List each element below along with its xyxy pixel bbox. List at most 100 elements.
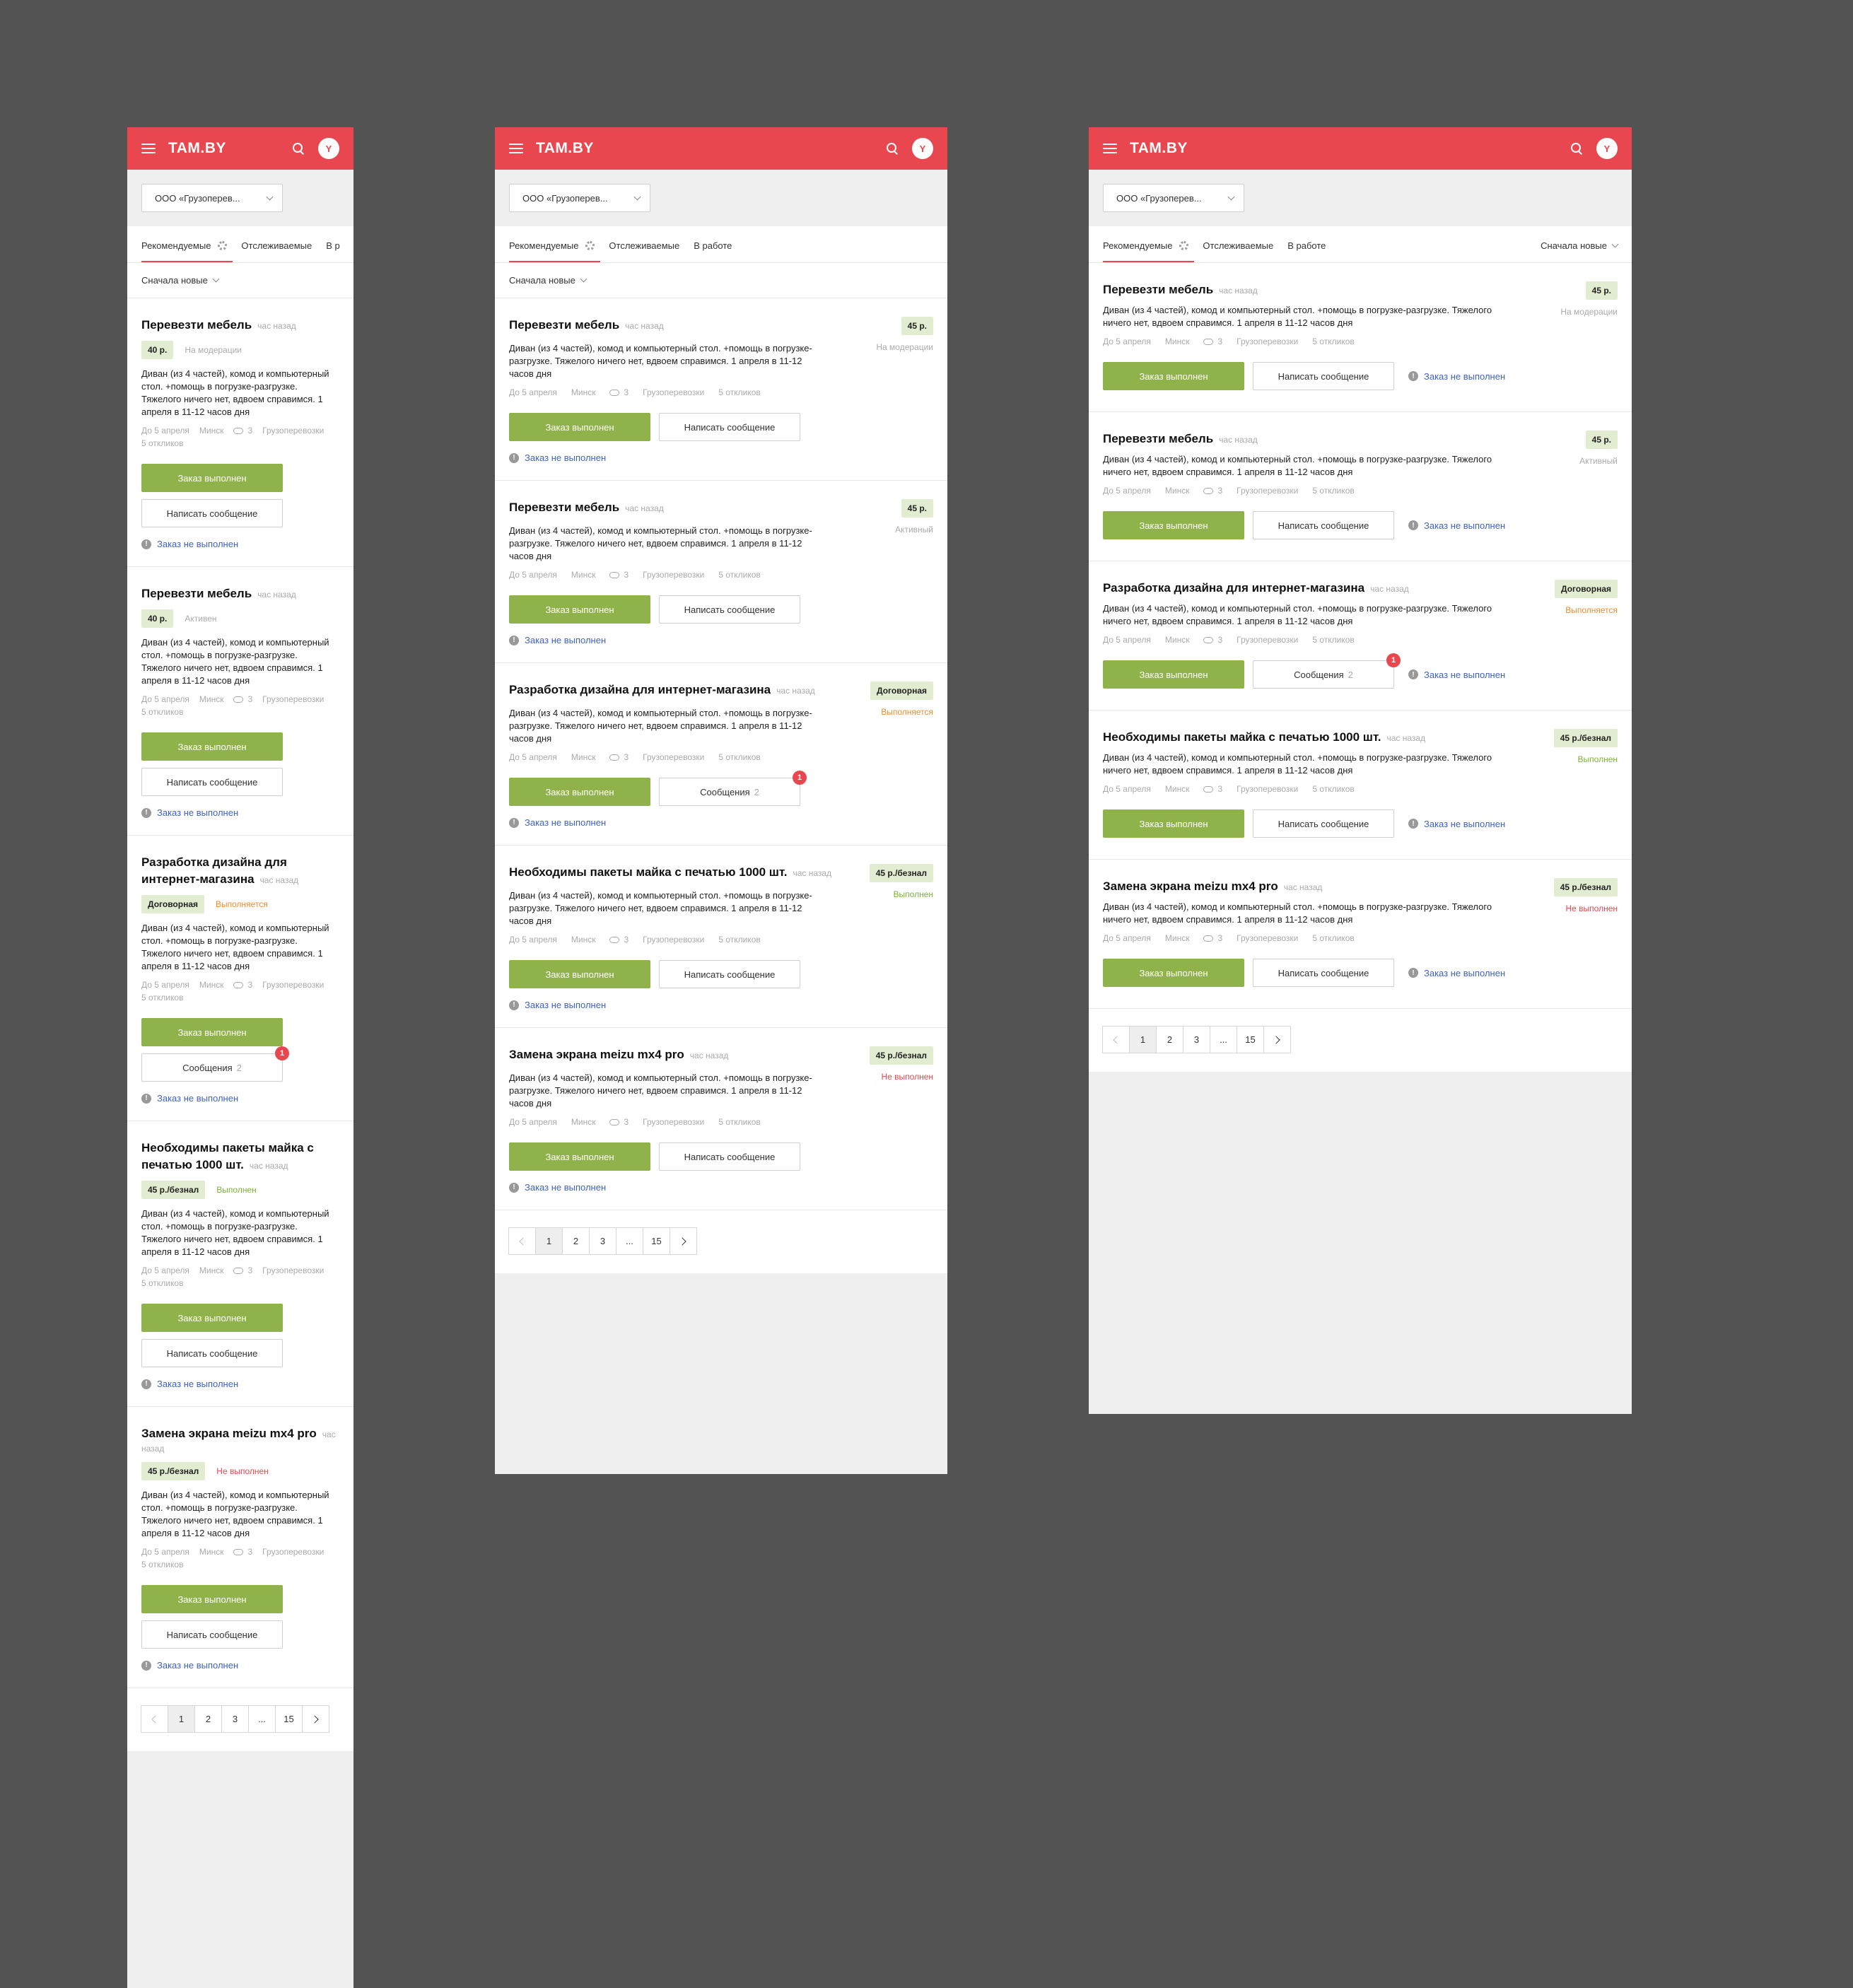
avatar[interactable]: Y [912, 138, 933, 159]
pagination-page[interactable]: 3 [221, 1705, 249, 1733]
order-done-button[interactable]: Заказ выполнен [509, 1142, 650, 1171]
avatar[interactable]: Y [318, 138, 339, 159]
tab-tracked[interactable]: Отслеживаемые [1203, 240, 1273, 262]
order-not-done-link[interactable]: ! Заказ не выполнен [509, 1182, 933, 1193]
gear-icon[interactable] [585, 241, 595, 250]
order-done-button[interactable]: Заказ выполнен [141, 1304, 283, 1332]
order-title[interactable]: Замена экрана meizu mx4 pro [509, 1048, 684, 1061]
tab-in-work[interactable]: В работе [1287, 240, 1326, 262]
order-done-button[interactable]: Заказ выполнен [141, 464, 283, 492]
order-done-button[interactable]: Заказ выполнен [1103, 809, 1244, 838]
order-done-button[interactable]: Заказ выполнен [1103, 959, 1244, 987]
pagination-page[interactable]: 2 [562, 1227, 590, 1255]
tab-in-work[interactable]: В работе [694, 240, 732, 262]
order-title[interactable]: Необходимы пакеты майка с печатью 1000 ш… [509, 865, 788, 879]
tab-recommended[interactable]: Рекомендуемые [1103, 240, 1195, 262]
pagination-prev[interactable] [508, 1227, 536, 1255]
pagination-prev[interactable] [141, 1705, 168, 1733]
pagination-page[interactable]: 2 [194, 1705, 222, 1733]
pagination-prev[interactable] [1102, 1026, 1130, 1053]
order-not-done-link[interactable]: ! Заказ не выполнен [1408, 371, 1505, 382]
company-select[interactable]: ООО «Грузоперев... [141, 184, 283, 212]
order-title[interactable]: Перевезти мебель [509, 501, 619, 514]
pagination-page[interactable]: 1 [1129, 1026, 1157, 1053]
pagination-page[interactable]: ... [1210, 1026, 1237, 1053]
pagination-page[interactable]: 1 [168, 1705, 195, 1733]
gear-icon[interactable] [1179, 241, 1189, 250]
pagination-page[interactable]: ... [248, 1705, 276, 1733]
order-title[interactable]: Замена экрана meizu mx4 pro [1103, 879, 1278, 893]
order-title[interactable]: Замена экрана meizu mx4 pro [141, 1427, 317, 1440]
pagination-page[interactable]: 15 [643, 1227, 670, 1255]
pagination-page[interactable]: 1 [535, 1227, 563, 1255]
search-icon[interactable] [291, 141, 305, 156]
pagination-next[interactable] [1263, 1026, 1291, 1053]
order-title[interactable]: Перевезти мебель [141, 587, 252, 600]
logo[interactable]: TAM.BY [536, 140, 885, 157]
pagination-page[interactable]: 15 [275, 1705, 303, 1733]
sort-dropdown[interactable]: Сначала новые [141, 275, 220, 286]
sort-dropdown[interactable]: Сначала новые [1541, 240, 1619, 251]
logo[interactable]: TAM.BY [1130, 140, 1570, 157]
order-done-button[interactable]: Заказ выполнен [509, 778, 650, 806]
hamburger-menu-icon[interactable] [509, 144, 523, 153]
order-not-done-link[interactable]: ! Заказ не выполнен [141, 807, 339, 818]
order-not-done-link[interactable]: ! Заказ не выполнен [509, 452, 933, 463]
order-done-button[interactable]: Заказ выполнен [141, 1585, 283, 1613]
logo[interactable]: TAM.BY [168, 140, 291, 157]
order-not-done-link[interactable]: ! Заказ не выполнен [141, 1660, 339, 1671]
order-not-done-link[interactable]: ! Заказ не выполнен [141, 1379, 339, 1389]
messages-button[interactable]: Сообщения 2 1 [1253, 653, 1401, 689]
pagination-page[interactable]: 15 [1237, 1026, 1264, 1053]
order-not-done-link[interactable]: ! Заказ не выполнен [1408, 968, 1505, 978]
order-done-button[interactable]: Заказ выполнен [509, 413, 650, 441]
write-message-button[interactable]: Написать сообщение [1253, 959, 1394, 987]
write-message-button[interactable]: Написать сообщение [1253, 362, 1394, 390]
write-message-button[interactable]: Написать сообщение [141, 499, 283, 527]
order-title[interactable]: Перевезти мебель [141, 318, 252, 332]
write-message-button[interactable]: Написать сообщение [659, 1142, 800, 1171]
order-done-button[interactable]: Заказ выполнен [1103, 511, 1244, 539]
order-done-button[interactable]: Заказ выполнен [1103, 660, 1244, 689]
pagination-page[interactable]: 3 [589, 1227, 616, 1255]
write-message-button[interactable]: Написать сообщение [659, 595, 800, 624]
avatar[interactable]: Y [1596, 138, 1618, 159]
order-title[interactable]: Перевезти мебель [509, 318, 619, 332]
messages-button[interactable]: Сообщения 2 1 [659, 771, 807, 806]
write-message-button[interactable]: Написать сообщение [659, 413, 800, 441]
order-not-done-link[interactable]: ! Заказ не выполнен [141, 1093, 339, 1104]
hamburger-menu-icon[interactable] [1103, 144, 1117, 153]
write-message-button[interactable]: Написать сообщение [1253, 511, 1394, 539]
company-select[interactable]: ООО «Грузоперев... [1103, 184, 1244, 212]
write-message-button[interactable]: Написать сообщение [141, 1620, 283, 1649]
order-not-done-link[interactable]: ! Заказ не выполнен [1408, 819, 1505, 829]
search-icon[interactable] [1570, 141, 1584, 156]
order-not-done-link[interactable]: ! Заказ не выполнен [1408, 670, 1505, 680]
pagination-page[interactable]: 3 [1183, 1026, 1210, 1053]
write-message-button[interactable]: Написать сообщение [1253, 809, 1394, 838]
tab-tracked[interactable]: Отслеживаемые [609, 240, 679, 262]
messages-button[interactable]: Сообщения 2 1 [141, 1046, 289, 1082]
pagination-next[interactable] [302, 1705, 329, 1733]
order-not-done-link[interactable]: ! Заказ не выполнен [509, 1000, 933, 1010]
order-done-button[interactable]: Заказ выполнен [509, 960, 650, 988]
pagination-next[interactable] [670, 1227, 697, 1255]
order-done-button[interactable]: Заказ выполнен [141, 732, 283, 761]
order-done-button[interactable]: Заказ выполнен [141, 1018, 283, 1046]
write-message-button[interactable]: Написать сообщение [141, 768, 283, 796]
sort-dropdown[interactable]: Сначала новые [509, 275, 588, 286]
tab-in-work[interactable]: В р [326, 240, 340, 262]
search-icon[interactable] [885, 141, 899, 156]
order-not-done-link[interactable]: ! Заказ не выполнен [509, 817, 933, 828]
order-done-button[interactable]: Заказ выполнен [1103, 362, 1244, 390]
write-message-button[interactable]: Написать сообщение [141, 1339, 283, 1367]
company-select[interactable]: ООО «Грузоперев... [509, 184, 650, 212]
pagination-page[interactable]: 2 [1156, 1026, 1183, 1053]
order-not-done-link[interactable]: ! Заказ не выполнен [509, 635, 933, 645]
write-message-button[interactable]: Написать сообщение [659, 960, 800, 988]
pagination-page[interactable]: ... [616, 1227, 643, 1255]
order-title[interactable]: Разработка дизайна для интернет-магазина [1103, 581, 1364, 595]
gear-icon[interactable] [218, 241, 228, 250]
order-not-done-link[interactable]: ! Заказ не выполнен [1408, 520, 1505, 531]
tab-recommended[interactable]: Рекомендуемые [141, 240, 233, 262]
